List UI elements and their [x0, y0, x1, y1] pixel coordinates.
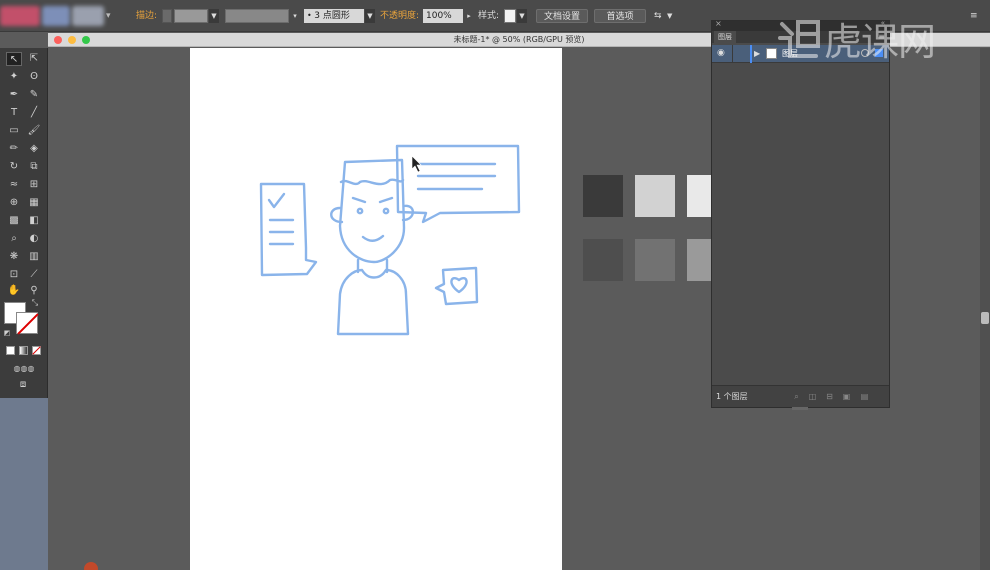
artboard[interactable] — [190, 48, 562, 570]
watermark: 虎课网 — [776, 12, 976, 74]
swatch-tile — [635, 175, 675, 217]
locate-object-icon[interactable]: ⌕ — [792, 392, 801, 401]
swatch-tile — [583, 239, 623, 281]
perspective-grid-tool-icon[interactable]: ▦ — [26, 196, 42, 210]
panel-resize-handle[interactable] — [792, 407, 808, 410]
style-dropdown-icon[interactable]: ▼ — [517, 9, 527, 23]
selection-tool-icon[interactable]: ↖ — [6, 52, 22, 66]
panel-footer: 1 个图层 ⌕ ◫ ⊟ ▣ ▤ — [712, 385, 889, 407]
menu-arrow-icon[interactable]: ▾ — [106, 9, 120, 23]
swatch-tile — [687, 175, 711, 217]
brush-definition-value: 3 点圆形 — [314, 11, 350, 21]
color-mode-icon[interactable] — [6, 346, 15, 355]
brush-dropdown-icon[interactable]: ▼ — [365, 9, 375, 23]
curvature-tool-icon[interactable]: ✎ — [26, 88, 42, 102]
speech-bubble-sketch — [395, 144, 521, 224]
swap-colors-icon[interactable]: ⤡ — [30, 296, 40, 310]
stroke-stepper[interactable] — [162, 9, 172, 23]
expand-layer-icon[interactable]: ▶ — [754, 49, 760, 58]
pen-tool-icon[interactable]: ✒ — [6, 88, 22, 102]
clipping-mask-icon[interactable]: ◫ — [808, 392, 817, 401]
stroke-label: 描边: — [136, 11, 158, 21]
watermark-logo-icon — [778, 20, 820, 58]
arrange-dropdown-icon[interactable]: ▼ — [667, 9, 677, 23]
preferences-button[interactable]: 首选项 — [594, 9, 646, 23]
rectangle-tool-icon[interactable]: ▭ — [6, 124, 22, 138]
warp-tool-icon[interactable]: ≈ — [6, 178, 22, 192]
hand-tool-icon[interactable]: ✋ — [6, 284, 22, 298]
lasso-tool-icon[interactable]: ʘ — [26, 70, 42, 84]
blend-tool-icon[interactable]: ◐ — [26, 232, 42, 246]
swatch-tile — [687, 239, 711, 281]
none-mode-icon[interactable] — [32, 346, 41, 355]
mesh-tool-icon[interactable]: ▩ — [6, 214, 22, 228]
free-transform-tool-icon[interactable]: ⊞ — [26, 178, 42, 192]
paintbrush-tool-icon[interactable]: 🖌 — [26, 124, 42, 138]
opacity-field[interactable]: 100% — [423, 9, 463, 23]
profile-dropdown-icon[interactable]: ▾ — [290, 9, 300, 23]
opacity-arrow-icon[interactable]: ▸ — [464, 9, 474, 23]
screen-mode-icon[interactable]: ⧈ — [14, 378, 32, 392]
slice-tool-icon[interactable]: ⟋ — [26, 268, 42, 282]
new-sublayer-icon[interactable]: ⊟ — [825, 392, 834, 401]
swatch-tile — [635, 239, 675, 281]
close-panel-icon[interactable]: × — [715, 19, 722, 28]
drawing-modes-icon[interactable]: ◍◍◍ — [6, 362, 42, 376]
gradient-tool-icon[interactable]: ◧ — [26, 214, 42, 228]
line-tool-icon[interactable]: ╱ — [26, 106, 42, 120]
brush-definition[interactable]: • 3 点圆形 — [304, 9, 364, 23]
tab-layers[interactable]: 图层 — [714, 31, 736, 43]
gradient-mode-icon[interactable] — [19, 346, 28, 355]
notification-badge — [84, 562, 98, 570]
variable-width-profile[interactable] — [225, 9, 289, 23]
opacity-label: 不透明度: — [380, 11, 420, 21]
desktop-background — [0, 398, 48, 570]
arrange-icon[interactable]: ⇆ — [654, 9, 666, 23]
stroke-dropdown-icon[interactable]: ▼ — [209, 9, 219, 23]
layer-count: 1 个图层 — [716, 392, 748, 401]
eraser-tool-icon[interactable]: ◈ — [26, 142, 42, 156]
stroke-color-swatch[interactable] — [16, 312, 38, 334]
blurred-menu — [42, 6, 70, 26]
shape-builder-tool-icon[interactable]: ⊕ — [6, 196, 22, 210]
stroke-weight-field[interactable] — [174, 9, 208, 23]
column-graph-tool-icon[interactable]: ▥ — [26, 250, 42, 264]
delete-layer-icon[interactable]: ▤ — [860, 392, 869, 401]
pencil-tool-icon[interactable]: ✏ — [6, 142, 22, 156]
layers-panel: × « 图层 ≡ ◉ ▶ 图层 1 个图层 ⌕ ◫ ⊟ ▣ ▤ — [711, 19, 890, 410]
scale-tool-icon[interactable]: ⧉ — [26, 160, 42, 174]
direct-selection-tool-icon[interactable]: ⇱ — [26, 52, 42, 66]
new-layer-icon[interactable]: ▣ — [842, 392, 851, 401]
tools-panel: ↖ ⇱ ✦ ʘ ✒ ✎ T ╱ ▭ 🖌 ✏ ◈ ↻ ⧉ ≈ ⊞ ⊕ ▦ ▩ ◧ … — [0, 48, 48, 398]
blurred-menu — [72, 6, 104, 26]
style-label: 样式: — [478, 11, 500, 21]
rotate-tool-icon[interactable]: ↻ — [6, 160, 22, 174]
illustrator-window: ▾ 描边: ▼ ▾ • 3 点圆形 ▼ 不透明度: 100% ▸ 样式: ▼ 文… — [0, 0, 990, 570]
heart-bubble-sketch — [434, 266, 479, 306]
layer-color-bar — [750, 45, 752, 63]
checklist-sketch — [259, 182, 318, 277]
artboard-tool-icon[interactable]: ⊡ — [6, 268, 22, 282]
scrollbar-thumb[interactable] — [981, 312, 989, 324]
person-sketch — [330, 158, 415, 336]
column-divider — [732, 45, 733, 63]
eyedropper-tool-icon[interactable]: ⌕ — [6, 232, 22, 246]
visibility-eye-icon[interactable]: ◉ — [717, 48, 725, 58]
document-setup-button[interactable]: 文档设置 — [536, 9, 588, 23]
watermark-text: 虎课网 — [824, 20, 936, 64]
mouse-cursor-icon — [411, 155, 422, 173]
sketch-illustration — [259, 144, 521, 336]
opacity-value: 100% — [426, 11, 452, 21]
swatch-tile — [583, 175, 623, 217]
magic-wand-tool-icon[interactable]: ✦ — [6, 70, 22, 84]
vertical-scrollbar[interactable] — [980, 48, 990, 570]
type-tool-icon[interactable]: T — [6, 106, 22, 120]
style-swatch[interactable] — [504, 9, 516, 23]
blurred-app-icon — [0, 6, 40, 26]
symbol-sprayer-tool-icon[interactable]: ❋ — [6, 250, 22, 264]
default-colors-icon[interactable]: ◩ — [2, 326, 12, 340]
